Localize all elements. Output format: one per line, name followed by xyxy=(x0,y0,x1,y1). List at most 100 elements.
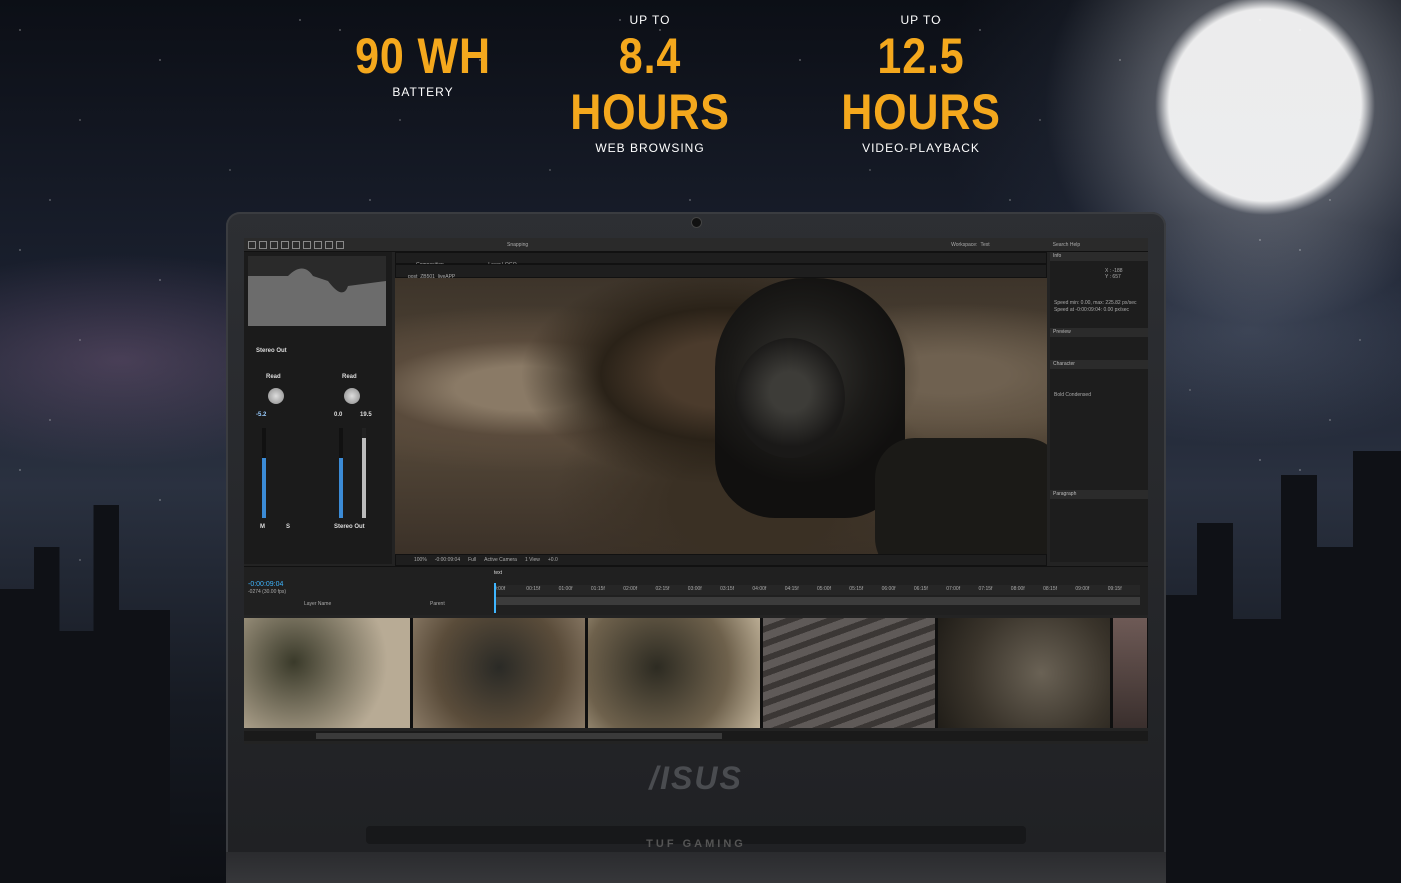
eq-curve xyxy=(248,268,386,326)
thumbnail-1[interactable] xyxy=(244,618,410,728)
stat-value: 12.5 HOURS xyxy=(841,28,1001,140)
audio-mixer-panel: Stereo Out Read Read -5.2 0.0 19.5 M S S… xyxy=(244,252,392,564)
thumbnail-scrollbar[interactable] xyxy=(244,731,1148,741)
stat-web-browsing: UP TO 8.4 HOURS WEB BROWSING xyxy=(530,12,770,156)
helmet-visor-image xyxy=(735,338,845,458)
ruler-tick-label: 03:00f xyxy=(687,586,702,592)
stat-label: WEB BROWSING xyxy=(595,141,705,155)
gain-right-value: 19.5 xyxy=(360,412,372,418)
selection-tool-icon[interactable] xyxy=(248,240,256,249)
snapping-label[interactable]: Snapping xyxy=(507,242,528,248)
read-right-label[interactable]: Read xyxy=(342,374,357,380)
right-panels: Info X : -188 Y : 657 Speed min: 0.00, m… xyxy=(1050,252,1148,562)
stat-video-playback: UP TO 12.5 HOURS VIDEO-PLAYBACK xyxy=(790,12,1052,156)
stat-label: BATTERY xyxy=(392,85,454,99)
brush-tool-icon[interactable] xyxy=(325,240,333,249)
workspace-label: Workspace: xyxy=(951,241,978,248)
zoom-level[interactable]: 100% xyxy=(414,557,427,563)
playhead[interactable] xyxy=(494,583,496,613)
stereo-out-bottom-label: Stereo Out xyxy=(334,524,365,530)
pan-knob-right[interactable] xyxy=(344,388,360,404)
gain-left-value: -5.2 xyxy=(256,412,267,418)
resolution-select[interactable]: Full xyxy=(468,557,476,563)
stat-value: 8.4 HOURS xyxy=(570,28,730,140)
parent-header: Parent xyxy=(430,601,445,607)
pen-tool-icon[interactable] xyxy=(303,240,311,249)
stat-battery: 90 WH BATTERY xyxy=(330,12,516,100)
ruler-tick-label: 09:15f xyxy=(1107,586,1122,592)
laptop: Snapping Workspace: Text Search Help Ste… xyxy=(226,212,1166,883)
ruler-tick-label: 06:00f xyxy=(881,586,896,592)
ruler-tick-label: 01:00f xyxy=(558,586,573,592)
thumbnail-6[interactable] xyxy=(1113,618,1147,728)
hero-banner: 90 WH BATTERY UP TO 8.4 HOURS WEB BROWSI… xyxy=(0,0,1401,883)
timeline-timecode[interactable]: -0:00:09:04 xyxy=(248,581,283,588)
gain-mid-value: 0.0 xyxy=(334,412,343,418)
eq-graph xyxy=(248,256,386,326)
laptop-screen: Snapping Workspace: Text Search Help Ste… xyxy=(244,238,1148,744)
timeline-tab[interactable]: text xyxy=(494,570,502,576)
ruler-tick-label: 03:15f xyxy=(720,586,734,592)
thumbnail-5[interactable] xyxy=(938,618,1110,728)
character-tab[interactable]: Character xyxy=(1050,360,1148,369)
fader-right[interactable] xyxy=(339,428,343,518)
stat-value: 90 WH xyxy=(355,28,491,84)
stat-label: VIDEO-PLAYBACK xyxy=(862,141,980,155)
paragraph-tab[interactable]: Paragraph xyxy=(1050,490,1148,499)
solo-left-button[interactable]: S xyxy=(286,524,290,530)
info-speed-at: Speed at -0:00:09:04: 0.00 px/sec xyxy=(1054,307,1130,313)
webcam-icon xyxy=(691,217,702,228)
layer-name-header: Layer Name xyxy=(304,601,332,607)
viewer-timecode[interactable]: -0:00:09:04 xyxy=(435,557,460,563)
hand-tool-icon[interactable] xyxy=(259,240,267,249)
pan-knob-left[interactable] xyxy=(268,388,284,404)
stat-upto: UP TO xyxy=(900,13,942,27)
ruler-tick-label: 01:15f xyxy=(590,586,605,592)
work-area-bar[interactable] xyxy=(494,597,1140,605)
ruler-tick-label: 07:00f xyxy=(946,586,961,592)
ruler-tick-label: 00:15f xyxy=(526,586,541,592)
composition-viewer[interactable] xyxy=(395,278,1047,554)
camera-tool-icon[interactable] xyxy=(292,240,300,249)
mute-left-button[interactable]: M xyxy=(260,524,265,530)
composition-breadcrumb: post_ZB501_liveAPP xyxy=(395,264,1047,280)
app-toolbar: Snapping Workspace: Text Search Help xyxy=(244,238,1148,252)
thumbnail-4[interactable] xyxy=(763,618,935,728)
ruler-tick-label: 04:15f xyxy=(784,586,799,592)
ruler-tick-label: 06:15f xyxy=(913,586,928,592)
preview-tab[interactable]: Preview xyxy=(1050,328,1148,337)
exposure-value[interactable]: +0.0 xyxy=(548,557,558,563)
search-help-field[interactable]: Search Help xyxy=(1053,242,1081,248)
thumbnail-strip xyxy=(244,618,1148,728)
text-tool-icon[interactable] xyxy=(314,240,322,249)
font-style-select[interactable]: Bold Condensed xyxy=(1054,392,1091,398)
ruler-tick-label: 05:00f xyxy=(817,586,831,592)
ruler-tick-label: 08:00f xyxy=(1010,586,1025,592)
stereo-out-title: Stereo Out xyxy=(256,348,287,354)
views-select[interactable]: 1 View xyxy=(525,557,540,563)
ruler-tick-label: 09:00f xyxy=(1075,586,1090,592)
zoom-tool-icon[interactable] xyxy=(270,240,278,249)
fader-left[interactable] xyxy=(262,428,266,518)
camera-select[interactable]: Active Camera xyxy=(484,557,517,563)
info-tab[interactable]: Info xyxy=(1050,252,1148,261)
workspace-value[interactable]: Text xyxy=(980,242,989,248)
scrollbar-thumb[interactable] xyxy=(316,733,722,739)
tuf-gaming-logo: TUF GAMING xyxy=(646,838,746,850)
thumbnail-2[interactable] xyxy=(413,618,585,728)
shoulder-armor-image xyxy=(875,438,1047,554)
time-ruler[interactable]: 0:00f 00:15f 01:00f 01:15f 02:00f 02:15f 03:00… xyxy=(494,585,1140,595)
stat-upto: UP TO xyxy=(629,13,671,27)
read-left-label[interactable]: Read xyxy=(266,374,281,380)
ruler-tick-label: 07:15f xyxy=(978,586,993,592)
info-speed: Speed min: 0.00, max: 225.82 px/sec xyxy=(1054,300,1137,306)
eraser-tool-icon[interactable] xyxy=(336,240,344,249)
ruler-tick-label: 05:15f xyxy=(849,586,864,592)
thumbnail-3[interactable] xyxy=(588,618,760,728)
meter-right xyxy=(362,428,366,518)
composition-tab-bar: Composition Layer LOGO xyxy=(395,252,1047,268)
ruler-tick-label: 02:15f xyxy=(655,586,670,592)
rotate-tool-icon[interactable] xyxy=(281,240,289,249)
ruler-tick-label: 08:15f xyxy=(1043,586,1057,592)
asus-logo: /ISUS xyxy=(649,760,743,796)
